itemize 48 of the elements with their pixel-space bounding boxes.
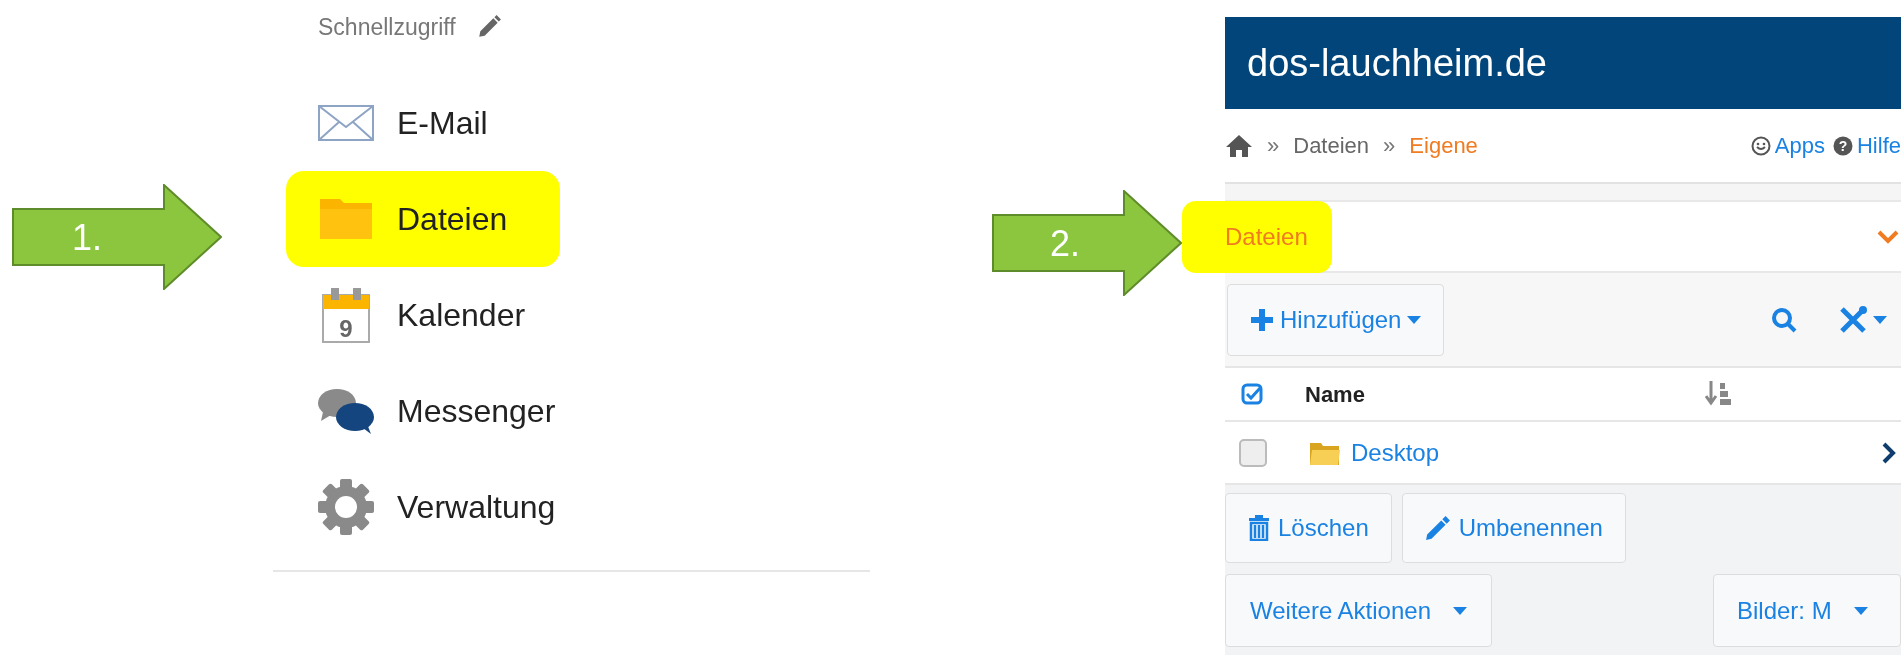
apps-link[interactable]: Apps (1750, 129, 1825, 162)
sidebar-item[interactable]: E-Mail (286, 75, 560, 171)
speech-bubbles-icon (317, 388, 375, 434)
caret-icon (1453, 606, 1467, 615)
smiley-icon (1750, 135, 1771, 156)
breadcrumb-link[interactable]: Eigene (1409, 129, 1478, 162)
home-icon (1225, 133, 1253, 158)
checkbox-icon (1241, 383, 1263, 405)
search-icon (1771, 306, 1797, 333)
chevron-right-icon (1881, 440, 1897, 465)
caret-icon (1853, 606, 1868, 615)
sidebar-item[interactable]: Messenger (286, 363, 560, 459)
sort-button[interactable] (1705, 381, 1733, 407)
section-heading: Schnellzugriff (318, 12, 456, 42)
annotation-label: 1. (72, 220, 103, 256)
plus-icon (1250, 307, 1274, 332)
trash-icon (1248, 515, 1270, 541)
row-checkbox[interactable] (1239, 438, 1267, 467)
site-title: dos-lauchheim.de (1247, 40, 1547, 86)
sidebar-item[interactable]: Dateien (286, 171, 560, 267)
rename-button[interactable]: Umbenennen (1401, 493, 1626, 563)
folder-link[interactable]: Desktop (1351, 434, 1440, 471)
select-all-button[interactable] (1241, 383, 1263, 405)
search-button[interactable] (1771, 306, 1797, 333)
envelope-icon (318, 105, 374, 141)
sidebar-item[interactable]: 9 Kalender (286, 267, 560, 363)
open-button[interactable] (1881, 440, 1897, 465)
sort-icon (1705, 381, 1733, 407)
folder-icon (318, 197, 374, 241)
help-icon: ? (1833, 135, 1853, 156)
home-link[interactable] (1225, 133, 1253, 158)
breadcrumb-separator: » (1383, 132, 1396, 160)
annotation-label: 2. (1050, 226, 1081, 262)
sidebar-item[interactable]: Verwaltung (286, 459, 560, 555)
more-actions-button[interactable]: Weitere Aktionen (1225, 574, 1492, 647)
column-header: Name (1305, 380, 1366, 409)
delete-button[interactable]: Löschen (1225, 493, 1392, 563)
pencil-icon (1424, 515, 1451, 541)
caret-icon (1407, 315, 1422, 324)
gear-icon (318, 479, 374, 535)
panel-title: Dateien (1182, 200, 1332, 273)
add-button[interactable]: Hinzufügen (1227, 283, 1445, 356)
tools-button[interactable] (1839, 305, 1887, 334)
breadcrumb-link[interactable]: Dateien (1293, 129, 1370, 162)
caret-icon (1873, 315, 1887, 324)
breadcrumb-separator: » (1267, 132, 1280, 160)
help-link[interactable]: ? Hilfe (1833, 129, 1901, 162)
image-size-button[interactable]: Bilder: M (1713, 574, 1901, 647)
